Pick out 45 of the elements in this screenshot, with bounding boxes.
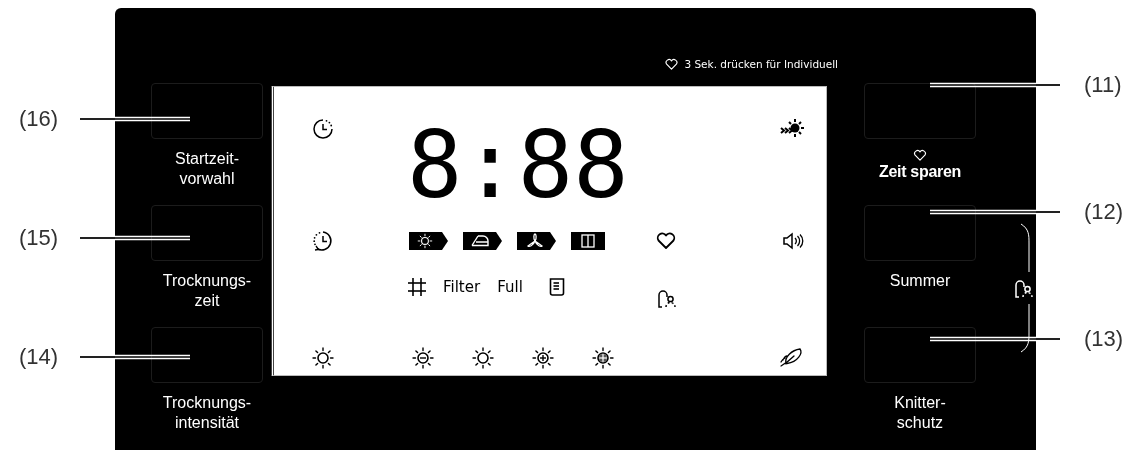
button-label: Trocknungs- zeit — [162, 271, 252, 311]
wardrobe-tag-icon — [571, 232, 605, 250]
button-label: Trocknungs- intensität — [162, 393, 252, 433]
indicator-label: Filter — [443, 278, 481, 296]
touch-button[interactable] — [151, 83, 263, 139]
clock-arrow-icon — [311, 230, 334, 252]
container-icon — [548, 278, 565, 296]
callout-number: (13) — [1084, 326, 1124, 352]
lock-person-icon — [656, 287, 676, 309]
timer-icon — [311, 118, 334, 140]
touch-button[interactable] — [151, 205, 263, 261]
sun-arrows-icon — [780, 118, 804, 140]
button-label: Zeit sparen — [878, 162, 962, 182]
sun-minus-icon — [412, 347, 434, 369]
callout-number: (12) — [1084, 199, 1124, 225]
button-label: Summer — [889, 271, 951, 291]
sun-plus-icon — [532, 347, 554, 369]
touch-button[interactable] — [864, 205, 976, 261]
touch-button[interactable] — [864, 83, 976, 139]
sun-plus-filled-icon — [592, 347, 614, 369]
heart-icon — [913, 149, 927, 162]
sun-icon — [311, 347, 334, 369]
grid-icon — [408, 278, 426, 296]
callout-number: (15) — [19, 225, 60, 251]
speaker-icon — [782, 232, 804, 250]
callout-number: (11) — [1084, 72, 1122, 98]
feather-icon — [778, 347, 804, 367]
touch-button[interactable] — [151, 327, 263, 383]
iron-tag-icon — [463, 232, 502, 250]
button-label: Knitter- schutz — [894, 393, 946, 433]
sun-tag-icon — [409, 232, 448, 250]
button-label: Startzeit- vorwahl — [175, 149, 239, 189]
callout-number: (14) — [19, 344, 60, 370]
heart-icon — [655, 231, 677, 251]
bracket-line — [1019, 223, 1031, 273]
hint-text: 3 Sek. drücken für Individuell — [684, 58, 838, 70]
touch-button[interactable] — [864, 327, 976, 383]
indicator-label: Full — [497, 278, 523, 296]
sun-icon — [472, 347, 494, 369]
callout-number: (16) — [19, 106, 60, 132]
clock-digits: 8:88 — [407, 118, 629, 214]
bracket-line — [1019, 303, 1031, 353]
heart-icon — [665, 57, 679, 71]
lock-person-icon — [1013, 277, 1033, 299]
fan-tag-icon — [517, 232, 556, 250]
